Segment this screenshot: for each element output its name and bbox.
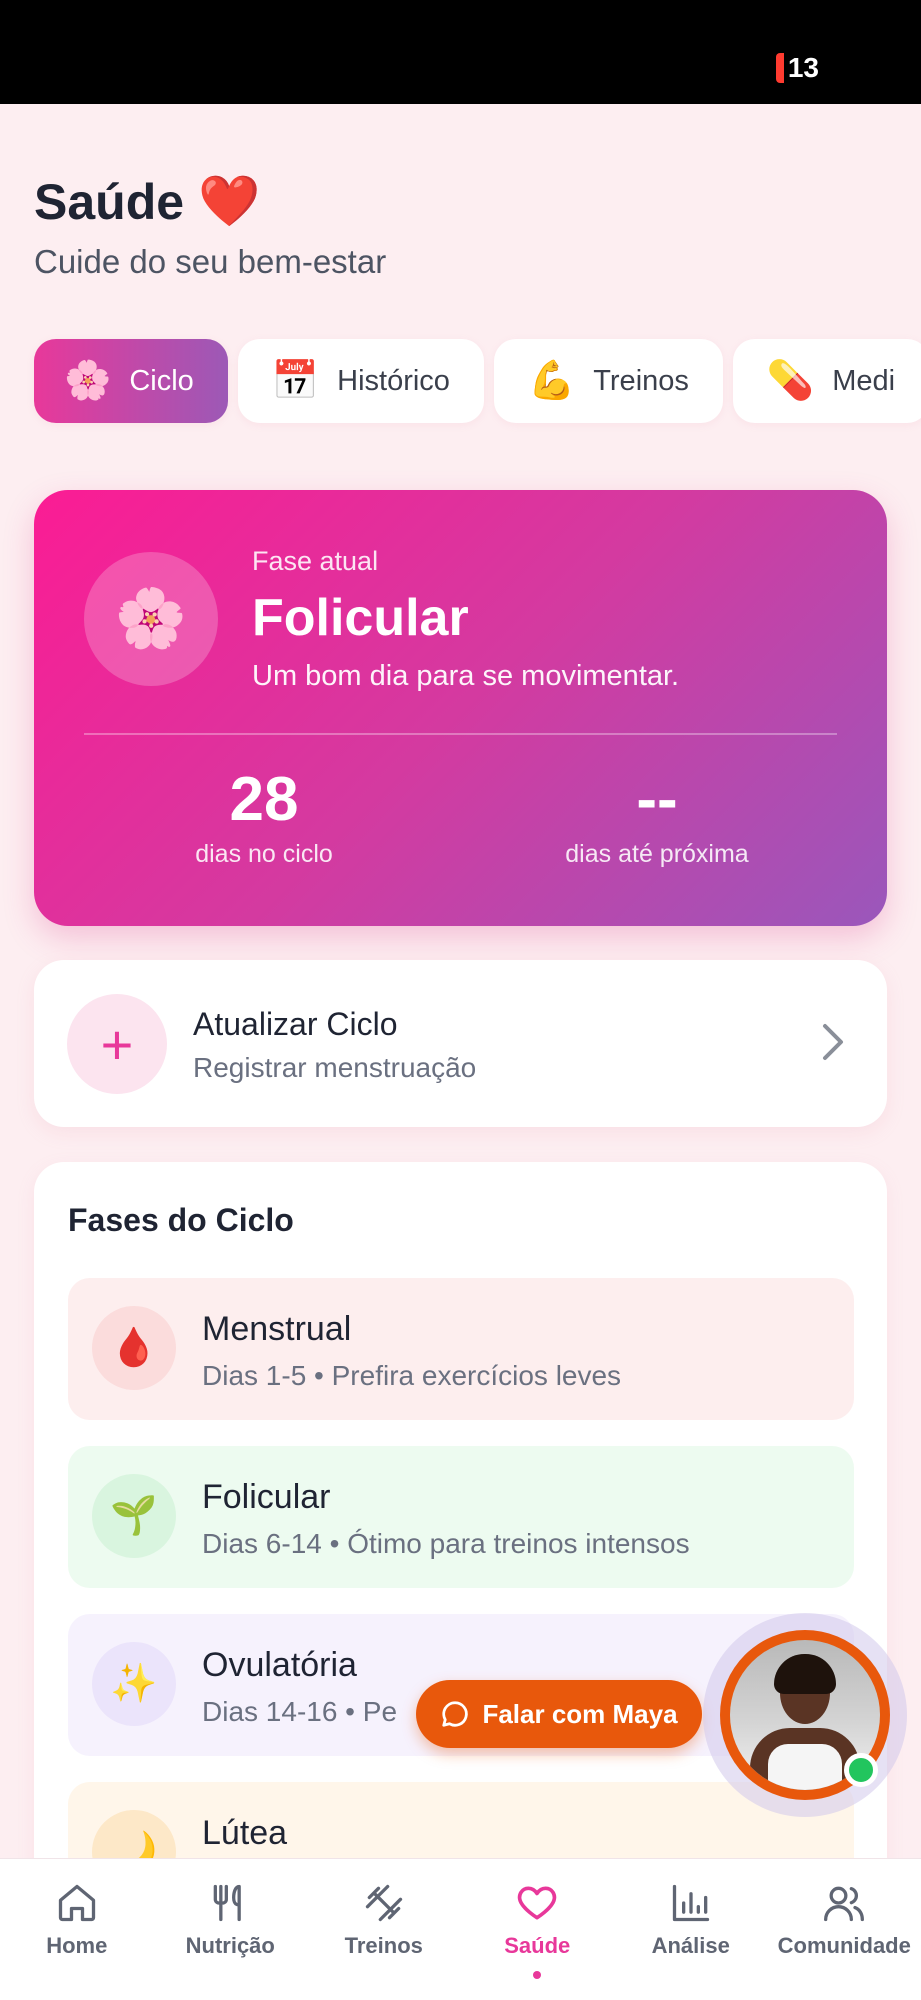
tab-label: Medi <box>832 364 896 397</box>
users-icon <box>824 1886 865 1922</box>
talk-to-maya-label: Falar com Maya <box>482 1698 678 1729</box>
dumbbell-icon <box>365 1884 402 1922</box>
tab-historico[interactable]: 📅 Histórico <box>237 339 484 423</box>
divider <box>84 733 837 735</box>
seedling-icon: 🌱 <box>92 1474 176 1558</box>
page-title: Saúde ❤️ <box>34 172 386 231</box>
home-icon <box>58 1884 95 1922</box>
nav-item-saude[interactable]: Saúde <box>461 1859 615 2000</box>
section-tabs: 🌸 Ciclo 📅 Histórico 💪 Treinos 💊 Medi <box>34 339 921 423</box>
nav-label: Comunidade <box>777 1933 911 1958</box>
days-until-next-stat: -- dias até próxima <box>497 765 817 869</box>
days-in-cycle-label: dias no ciclo <box>195 840 333 869</box>
page-subtitle: Cuide do seu bem-estar <box>34 243 387 280</box>
sparkles-icon: ✨ <box>92 1642 176 1726</box>
drop-icon: 🩸 <box>92 1306 176 1390</box>
active-indicator <box>533 1971 542 1979</box>
phase-item-desc: Dias 1-5 • Prefira exercícios leves <box>202 1360 622 1391</box>
battery-icon <box>775 53 784 83</box>
phase-item-name: Ovulatória <box>202 1646 357 1684</box>
heart-emoji-icon: ❤️ <box>198 173 261 229</box>
update-cycle-subtitle: Registrar menstruação <box>193 1052 477 1083</box>
page-title-text: Saúde <box>34 173 185 230</box>
tab-label: Ciclo <box>129 364 194 397</box>
nav-item-analise[interactable]: Análise <box>614 1859 768 2000</box>
phase-item-name: Menstrual <box>202 1310 352 1348</box>
tab-label: Treinos <box>593 364 689 397</box>
phase-label: Fase atual <box>252 546 379 576</box>
nav-label: Nutrição <box>185 1933 275 1958</box>
bar-chart-icon <box>672 1884 709 1922</box>
days-until-next-label: dias até próxima <box>565 840 749 869</box>
battery-indicator: 13 <box>775 52 819 84</box>
nav-item-nutricao[interactable]: Nutrição <box>154 1859 308 2000</box>
tab-label: Histórico <box>337 364 450 397</box>
chevron-right-icon <box>823 1024 843 1060</box>
days-until-next-value: -- <box>636 765 678 834</box>
online-status-indicator <box>844 1753 878 1787</box>
nav-label: Treinos <box>344 1933 423 1958</box>
phase-tip: Um bom dia para se movimentar. <box>252 660 680 692</box>
battery-level: 13 <box>787 52 819 83</box>
phase-item-name: Folicular <box>202 1478 331 1516</box>
current-phase-card: 🌸 Fase atual Folicular Um bom dia para s… <box>34 490 887 926</box>
calendar-icon: 📅 <box>271 360 320 402</box>
muscle-icon: 💪 <box>527 360 576 402</box>
phase-name: Folicular <box>252 589 469 647</box>
tab-ciclo[interactable]: 🌸 Ciclo <box>34 339 228 423</box>
maya-avatar-button[interactable] <box>703 1613 907 1817</box>
status-bar: 13 <box>0 0 921 104</box>
update-cycle-title: Atualizar Ciclo <box>193 1006 398 1042</box>
pill-icon: 💊 <box>766 360 815 402</box>
page-header: Saúde ❤️ Cuide do seu bem-estar <box>34 172 386 281</box>
nav-item-home[interactable]: Home <box>0 1859 154 2000</box>
phase-item-desc: Dias 6-14 • Ótimo para treinos intensos <box>202 1528 690 1559</box>
phase-item-folicular[interactable]: 🌱 Folicular Dias 6-14 • Ótimo para trein… <box>68 1446 854 1588</box>
update-cycle-button[interactable]: + Atualizar Ciclo Registrar menstruação <box>34 960 887 1127</box>
flower-icon: 🌸 <box>64 360 112 402</box>
flower-icon: 🌸 <box>84 552 218 686</box>
nav-label: Home <box>46 1933 108 1958</box>
nav-label: Saúde <box>504 1933 571 1958</box>
nav-item-comunidade[interactable]: Comunidade <box>768 1859 921 2000</box>
days-in-cycle-stat: 28 dias no ciclo <box>104 765 424 869</box>
tab-treinos[interactable]: 💪 Treinos <box>493 339 723 423</box>
section-title: Fases do Ciclo <box>68 1202 294 1238</box>
phase-item-menstrual[interactable]: 🩸 Menstrual Dias 1-5 • Prefira exercício… <box>68 1278 854 1420</box>
talk-to-maya-button[interactable]: Falar com Maya <box>416 1680 702 1748</box>
tab-medicamentos[interactable]: 💊 Medi <box>732 339 921 423</box>
utensils-icon <box>213 1884 242 1922</box>
days-in-cycle-value: 28 <box>229 765 299 834</box>
bottom-nav: Home Nutrição Treinos Saúde Análise Comu… <box>0 1858 921 2000</box>
heart-icon <box>518 1886 557 1920</box>
nav-label: Análise <box>651 1933 730 1958</box>
phase-item-desc: Dias 14-16 • Pe <box>202 1696 398 1727</box>
chat-bubble-icon <box>442 1701 469 1727</box>
nav-item-treinos[interactable]: Treinos <box>307 1859 461 2000</box>
phase-item-name: Lútea <box>202 1814 288 1852</box>
plus-icon: + <box>67 994 167 1094</box>
